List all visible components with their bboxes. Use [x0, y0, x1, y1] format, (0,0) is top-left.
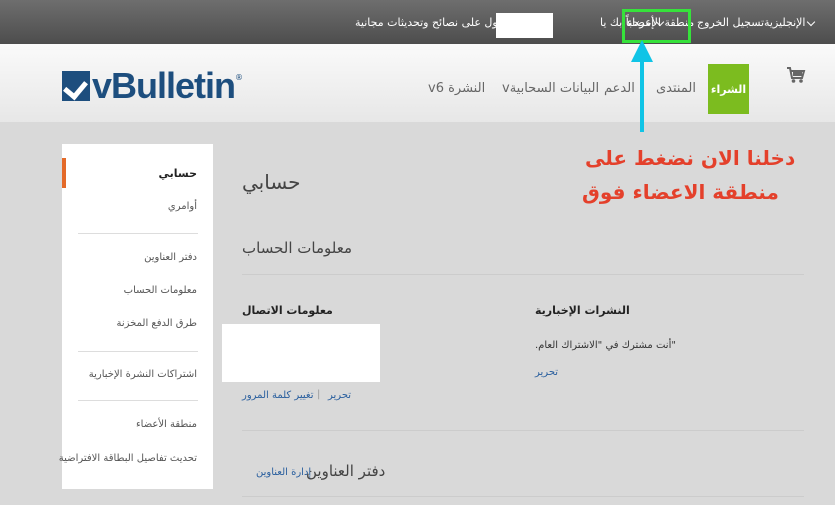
newsletters-title: النشرات الإخبارية: [535, 304, 630, 317]
site-header: vBulletin ® النشرة v6 البيانات السحابيةv…: [0, 44, 835, 122]
nav-cloud[interactable]: البيانات السحابيةv: [502, 81, 599, 96]
logout-link[interactable]: تسجيل الخروج: [697, 16, 764, 29]
subscription-text: "أنت مشترك في "الاشتراك العام.: [535, 340, 676, 351]
section-divider: [242, 274, 804, 275]
page-title: حسابي: [242, 170, 301, 194]
newsletter-link[interactable]: الحصول على نصائح وتحديثات مجانية: [355, 16, 521, 29]
change-password-link[interactable]: تغيير كلمة المرور: [242, 390, 314, 401]
sidebar-item-account-info[interactable]: معلومات الحساب: [124, 285, 197, 296]
edit-newsletter-link[interactable]: تحرير: [535, 367, 558, 378]
sidebar-item-members-area[interactable]: منطقة الأعضاء: [136, 419, 197, 430]
sidebar-item-my-account[interactable]: حسابي: [158, 167, 197, 180]
checkmark-icon: [62, 71, 90, 101]
chevron-down-icon: [807, 17, 816, 27]
account-sidebar: حسابي أوامري دفتر العناوين معلومات الحسا…: [59, 144, 213, 489]
nav-support[interactable]: الدعم: [604, 81, 635, 96]
edit-contact-link[interactable]: تحرير: [328, 390, 351, 401]
link-separator: |: [317, 389, 321, 400]
sidebar-item-orders[interactable]: أوامري: [168, 201, 197, 212]
annotation-line-1: دخلنا الان نضغط على: [585, 146, 796, 170]
sidebar-divider: [78, 233, 198, 234]
buy-button[interactable]: الشراء: [708, 64, 749, 114]
annotation-arrow-shaft: [640, 56, 644, 132]
shopping-cart-icon[interactable]: [786, 66, 806, 88]
sidebar-divider: [78, 400, 198, 401]
members-area-highlight: [622, 9, 691, 43]
logo-text: vBulletin: [92, 65, 236, 106]
active-indicator: [62, 158, 66, 188]
vbulletin-logo[interactable]: vBulletin ®: [62, 68, 243, 104]
language-label: الإنجليزية: [764, 16, 806, 29]
sidebar-item-update-card[interactable]: تحديث تفاصيل البطاقة الافتراضية: [59, 453, 197, 464]
nav-v6[interactable]: النشرة v6: [428, 81, 485, 96]
address-book-heading: دفتر العناوين: [306, 462, 386, 480]
annotation-line-2: منطقة الاعضاء فوق: [582, 180, 779, 204]
section-divider: [242, 430, 804, 431]
sidebar-item-stored-payments[interactable]: طرق الدفع المخزنة: [117, 318, 198, 329]
registered-mark: ®: [235, 72, 244, 82]
nav-forum[interactable]: المنتدى: [656, 81, 696, 96]
contact-info-title: معلومات الاتصال: [242, 304, 333, 317]
manage-addresses-link[interactable]: إدارة العناوين: [256, 467, 311, 478]
top-bar: الإنجليزية تسجيل الخروج منطقة الأعضاء إم…: [0, 0, 835, 44]
sidebar-item-newsletter-subs[interactable]: اشتراكات النشرة الإخبارية: [89, 369, 197, 380]
sidebar-divider: [78, 351, 198, 352]
language-selector[interactable]: الإنجليزية: [764, 16, 817, 29]
account-info-heading: معلومات الحساب: [242, 239, 352, 257]
sidebar-item-address-book[interactable]: دفتر العناوين: [144, 252, 197, 263]
section-divider: [242, 496, 804, 497]
redacted-contact-details: [222, 324, 380, 382]
